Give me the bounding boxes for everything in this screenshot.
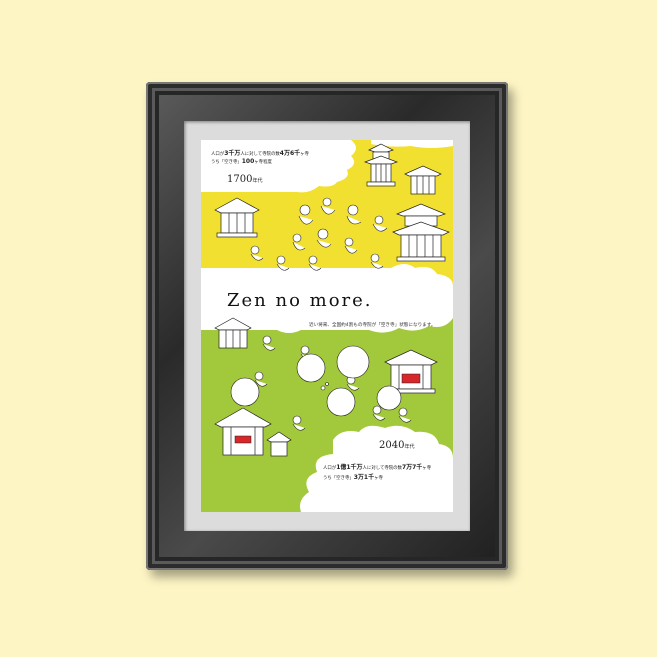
- frame-mat: 人口が3千万人に対して寺院の数4万6千ヶ寺 うち「空き寺」100ヶ寺程度 170…: [184, 121, 470, 531]
- middle-caption: 近い将来、全国約4割もの寺院が「空き寺」状態になります。: [309, 323, 436, 328]
- top-year-number: 1700: [227, 174, 253, 185]
- poster-headline: Zen no more.: [227, 290, 373, 311]
- picture-frame: 人口が3千万人に対して寺院の数4万6千ヶ寺 うち「空き寺」100ヶ寺程度 170…: [146, 82, 508, 570]
- bottom-year-suffix: 年代: [404, 444, 415, 450]
- top-stat-line-2: うち「空き寺」100ヶ寺程度: [211, 158, 272, 165]
- top-year-label: 1700年代: [227, 174, 262, 185]
- bottom-year-number: 2040: [379, 440, 405, 451]
- bottom-stat-line-1: 人口が1億1千万人に対して寺院の数7万7千ヶ寺: [323, 464, 432, 471]
- top-stat-line-1: 人口が3千万人に対して寺院の数4万6千ヶ寺: [211, 150, 309, 157]
- bottom-stat-line-2: うち「空き寺」3万1千ヶ寺: [323, 474, 383, 481]
- bottom-year-label: 2040年代: [379, 440, 414, 451]
- poster: 人口が3千万人に対して寺院の数4万6千ヶ寺 うち「空き寺」100ヶ寺程度 170…: [201, 140, 453, 512]
- top-year-suffix: 年代: [252, 178, 263, 184]
